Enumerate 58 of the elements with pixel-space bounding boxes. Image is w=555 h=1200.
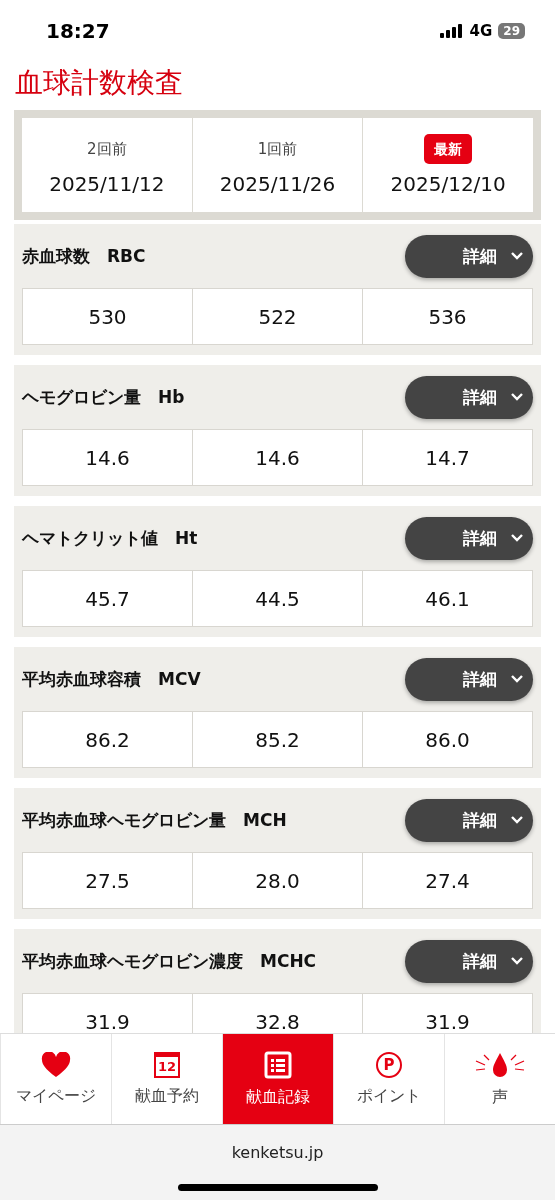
nav-label: マイページ — [16, 1085, 96, 1107]
test-name: 赤血球数 RBC — [22, 244, 146, 268]
test-name: 平均赤血球ヘモグロビン量 MCH — [22, 808, 287, 832]
column-date: 2025/12/10 — [390, 172, 506, 196]
detail-button[interactable]: 詳細 — [405, 939, 533, 983]
battery-level: 29 — [498, 23, 525, 39]
nav-label: 献血記録 — [246, 1086, 310, 1108]
column-label: 1回前 — [257, 139, 298, 160]
detail-button[interactable]: 詳細 — [405, 375, 533, 419]
value-cell: 28.0 — [193, 853, 362, 908]
chevron-down-icon — [511, 534, 523, 542]
value-cell: 86.2 — [23, 712, 192, 767]
test-name: 平均赤血球ヘモグロビン濃度 MCHC — [22, 949, 317, 973]
latest-badge: 最新 — [424, 134, 473, 164]
value-cell: 14.7 — [363, 430, 532, 485]
value-cell: 44.5 — [193, 571, 362, 626]
value-cell: 14.6 — [23, 430, 192, 485]
page-title: 血球計数検査 — [14, 65, 184, 101]
value-cell: 31.9 — [23, 994, 192, 1033]
value-cell: 522 — [193, 289, 362, 344]
detail-button[interactable]: 詳細 — [405, 657, 533, 701]
nav-label: 声 — [492, 1086, 508, 1108]
value-cell: 536 — [363, 289, 532, 344]
point-icon: P — [376, 1051, 402, 1078]
value-cell: 27.5 — [23, 853, 192, 908]
value-cell: 86.0 — [363, 712, 532, 767]
chevron-down-icon — [511, 816, 523, 824]
nav-label: ポイント — [357, 1085, 421, 1107]
value-cell: 32.8 — [193, 994, 362, 1033]
value-cell: 14.6 — [193, 430, 362, 485]
url-text: kenketsu.jp — [231, 1143, 324, 1162]
test-name: ヘマトクリット値 Ht — [22, 526, 198, 550]
list-icon — [264, 1050, 292, 1079]
heart-icon — [41, 1051, 71, 1078]
chevron-down-icon — [511, 957, 523, 965]
calendar-icon: 12 — [154, 1051, 180, 1078]
test-name: 平均赤血球容積 MCV — [22, 667, 201, 691]
value-cell: 85.2 — [193, 712, 362, 767]
value-cell: 46.1 — [363, 571, 532, 626]
status-time: 18:27 — [46, 19, 110, 43]
chevron-down-icon — [511, 393, 523, 401]
detail-button[interactable]: 詳細 — [405, 234, 533, 278]
value-cell: 45.7 — [23, 571, 192, 626]
detail-button[interactable]: 詳細 — [405, 798, 533, 842]
detail-button[interactable]: 詳細 — [405, 516, 533, 560]
nav-tab[interactable]: 献血記録 — [222, 1034, 333, 1124]
signal-icon — [439, 24, 464, 38]
value-cell: 530 — [23, 289, 192, 344]
column-label: 2回前 — [87, 139, 127, 160]
value-cell: 31.9 — [363, 994, 532, 1033]
chevron-down-icon — [511, 675, 523, 683]
chevron-down-icon — [511, 252, 523, 260]
test-name: ヘモグロビン量 Hb — [22, 385, 185, 409]
nav-label: 献血予約 — [135, 1085, 199, 1107]
column-date: 2025/11/12 — [49, 172, 165, 196]
column-date: 2025/11/26 — [219, 172, 336, 196]
network-label: 4G — [469, 22, 493, 40]
value-cell: 27.4 — [363, 853, 532, 908]
